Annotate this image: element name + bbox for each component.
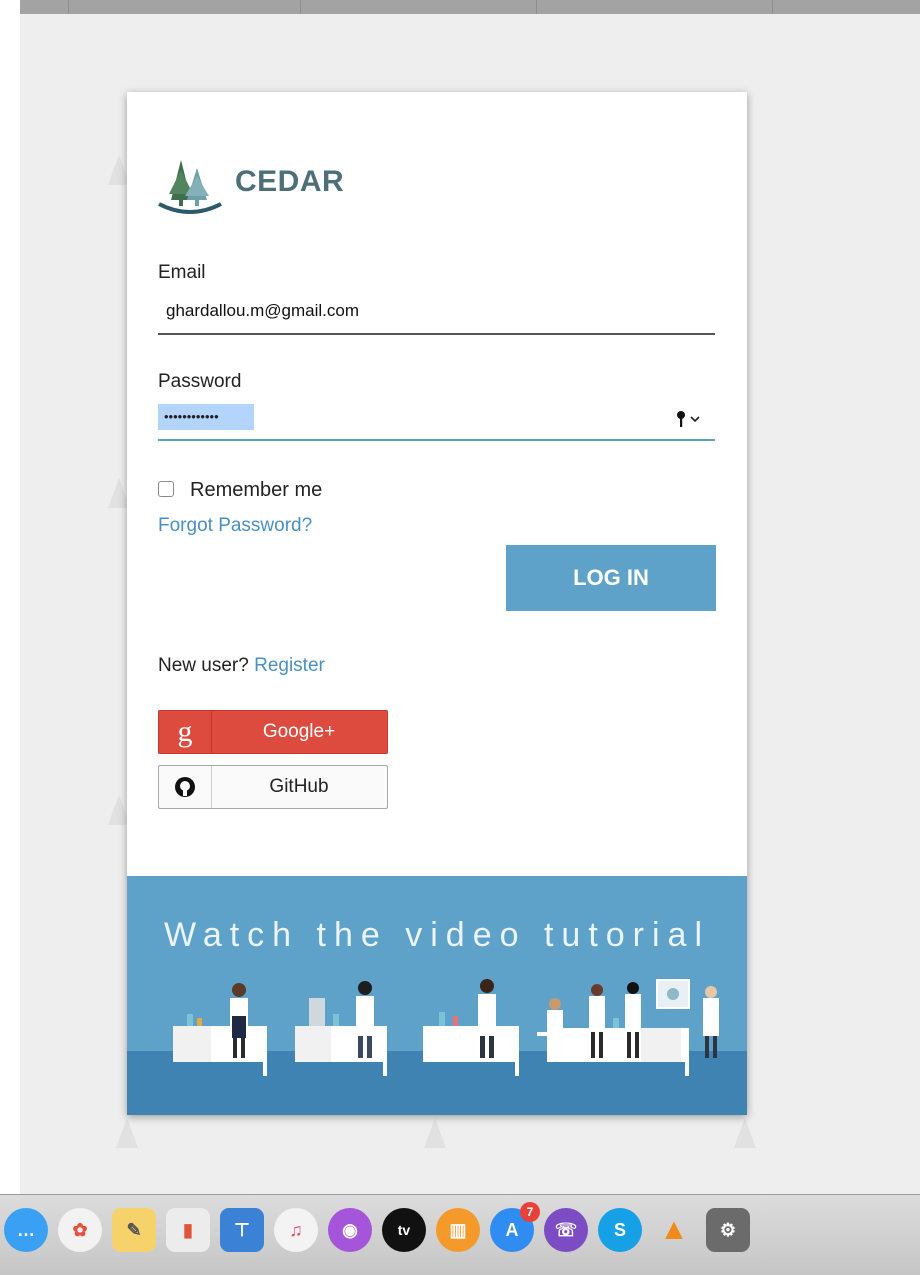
appstore-badge: 7 xyxy=(520,1202,540,1222)
new-user-row: New user? Register xyxy=(158,655,325,677)
messages-icon[interactable]: … xyxy=(4,1208,48,1252)
skype-icon[interactable]: S xyxy=(598,1208,642,1252)
scientists-lab-illustration xyxy=(173,979,719,1076)
numbers-icon[interactable]: ▮ xyxy=(166,1208,210,1252)
login-card: CEDAR Email ghardallou.m@gmail.com Passw… xyxy=(127,92,747,1115)
podcasts-icon[interactable]: ◉ xyxy=(328,1208,372,1252)
github-login-button[interactable]: GitHub xyxy=(158,765,388,809)
google-plus-icon: g xyxy=(159,711,212,753)
macos-dock: … ✿ ✎ ▮ ⊤ ♫ ◉ tv ▥ A 7 ☏ S ▲ ⚙ xyxy=(0,1194,920,1275)
new-user-text: New user? xyxy=(158,655,249,676)
video-tutorial-text: Watch the video tutorial xyxy=(163,916,711,954)
background-tree-icon xyxy=(116,1118,138,1148)
music-icon[interactable]: ♫ xyxy=(274,1208,318,1252)
textedit-icon[interactable]: ✎ xyxy=(112,1208,156,1252)
browser-viewport: CEDAR Email ghardallou.m@gmail.com Passw… xyxy=(20,0,920,1194)
remember-checkbox[interactable] xyxy=(158,481,174,497)
video-tutorial-banner[interactable]: Watch the video tutorial xyxy=(127,876,747,1115)
password-label: Password xyxy=(158,371,242,392)
password-key-icon[interactable] xyxy=(675,409,715,429)
vlc-icon[interactable]: ▲ xyxy=(652,1208,696,1252)
appletv-icon[interactable]: tv xyxy=(382,1208,426,1252)
background-tree-icon xyxy=(734,1118,756,1148)
login-button[interactable]: LOG IN xyxy=(506,545,716,611)
books-icon[interactable]: ▥ xyxy=(436,1208,480,1252)
cedar-tree-logo-icon xyxy=(158,160,222,214)
google-login-button[interactable]: g Google+ xyxy=(158,710,388,754)
viber-icon[interactable]: ☏ xyxy=(544,1208,588,1252)
system-preferences-icon[interactable]: ⚙ xyxy=(706,1208,750,1252)
password-input[interactable]: •••••••••••• xyxy=(158,404,254,430)
github-login-label: GitHub xyxy=(269,776,329,797)
brand-name: CEDAR xyxy=(235,165,345,198)
github-icon-wrap xyxy=(159,766,212,808)
forgot-password-link[interactable]: Forgot Password? xyxy=(158,515,312,537)
appstore-icon[interactable]: A 7 xyxy=(490,1202,540,1252)
email-input[interactable]: ghardallou.m@gmail.com xyxy=(166,301,359,321)
keynote-icon[interactable]: ⊤ xyxy=(220,1208,264,1252)
email-underline xyxy=(158,333,715,335)
browser-tab-strip xyxy=(20,0,920,14)
photos-icon[interactable]: ✿ xyxy=(58,1208,102,1252)
google-login-label: Google+ xyxy=(262,721,336,742)
register-link[interactable]: Register xyxy=(254,655,325,676)
background-tree-icon xyxy=(424,1118,446,1148)
remember-label: Remember me xyxy=(190,479,323,501)
email-label: Email xyxy=(158,262,206,283)
github-icon xyxy=(175,777,195,797)
password-underline xyxy=(158,439,715,441)
